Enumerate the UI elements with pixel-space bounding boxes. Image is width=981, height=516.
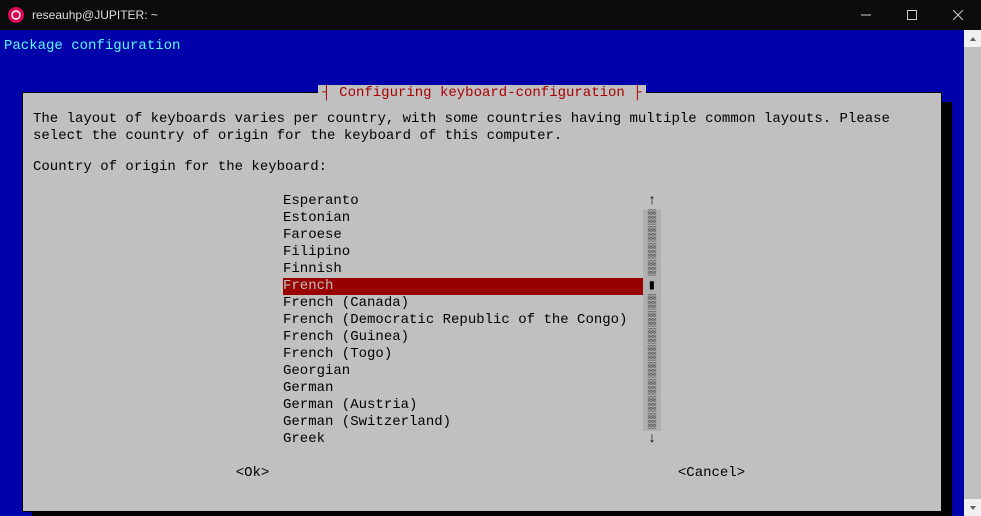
close-button[interactable] [935, 0, 981, 30]
scrollbar-up-button[interactable] [964, 30, 981, 47]
window-controls [843, 0, 981, 30]
window-title: reseauhp@JUPITER: ~ [32, 8, 158, 22]
list-item[interactable]: Estonian [283, 210, 643, 227]
scrollbar-track[interactable]: ▒ [643, 397, 661, 414]
terminal-area: Package configuration ┤ Configuring keyb… [0, 30, 981, 516]
list-item[interactable]: German (Switzerland) [283, 414, 643, 431]
scroll-up-arrow[interactable]: ↑ [643, 193, 661, 210]
list-item[interactable]: French (Togo) [283, 346, 643, 363]
scrollbar-thumb[interactable]: ▮ [643, 278, 661, 295]
list-item[interactable]: French (Guinea) [283, 329, 643, 346]
scrollbar-track[interactable]: ▒ [643, 346, 661, 363]
window-titlebar: reseauhp@JUPITER: ~ [0, 0, 981, 30]
package-config-header: Package configuration [4, 38, 180, 54]
scrollbar-down-button[interactable] [964, 499, 981, 516]
list-item[interactable]: German [283, 380, 643, 397]
scroll-down-arrow[interactable]: ↓ [643, 431, 661, 448]
scrollbar-thumb[interactable] [964, 47, 981, 499]
list-item[interactable]: Filipino [283, 244, 643, 261]
list-item[interactable]: Greek [283, 431, 643, 448]
cancel-button[interactable]: <Cancel> [482, 465, 941, 481]
maximize-button[interactable] [889, 0, 935, 30]
list-item[interactable]: French (Canada) [283, 295, 643, 312]
list-item[interactable]: Faroese [283, 227, 643, 244]
minimize-button[interactable] [843, 0, 889, 30]
config-dialog: ┤ Configuring keyboard-configuration ├ T… [22, 92, 942, 512]
scrollbar-track[interactable]: ▒ [643, 329, 661, 346]
scrollbar-track[interactable]: ▒ [643, 295, 661, 312]
dialog-buttons: <Ok> <Cancel> [23, 465, 941, 481]
country-list[interactable]: Esperanto↑ Estonian▒ Faroese▒ Filipino▒ … [283, 193, 685, 448]
list-item[interactable]: French (Democratic Republic of the Congo… [283, 312, 643, 329]
list-item[interactable]: German (Austria) [283, 397, 643, 414]
scrollbar-track[interactable]: ▒ [643, 312, 661, 329]
scrollbar-track[interactable]: ▒ [643, 363, 661, 380]
list-item[interactable]: Finnish [283, 261, 643, 278]
ok-button[interactable]: <Ok> [23, 465, 482, 481]
scrollbar-track[interactable]: ▒ [643, 261, 661, 278]
scrollbar-track[interactable]: ▒ [643, 227, 661, 244]
list-item[interactable]: Esperanto [283, 193, 643, 210]
list-item-selected[interactable]: French [283, 278, 643, 295]
window-scrollbar[interactable] [964, 30, 981, 516]
dialog-prompt: Country of origin for the keyboard: [33, 159, 931, 175]
scrollbar-track[interactable]: ▒ [643, 380, 661, 397]
list-item[interactable]: Georgian [283, 363, 643, 380]
scrollbar-track[interactable]: ▒ [643, 210, 661, 227]
dialog-instruction: The layout of keyboards varies per count… [33, 111, 931, 145]
scrollbar-track[interactable]: ▒ [643, 244, 661, 261]
debian-icon [8, 7, 24, 23]
scrollbar-track[interactable]: ▒ [643, 414, 661, 431]
